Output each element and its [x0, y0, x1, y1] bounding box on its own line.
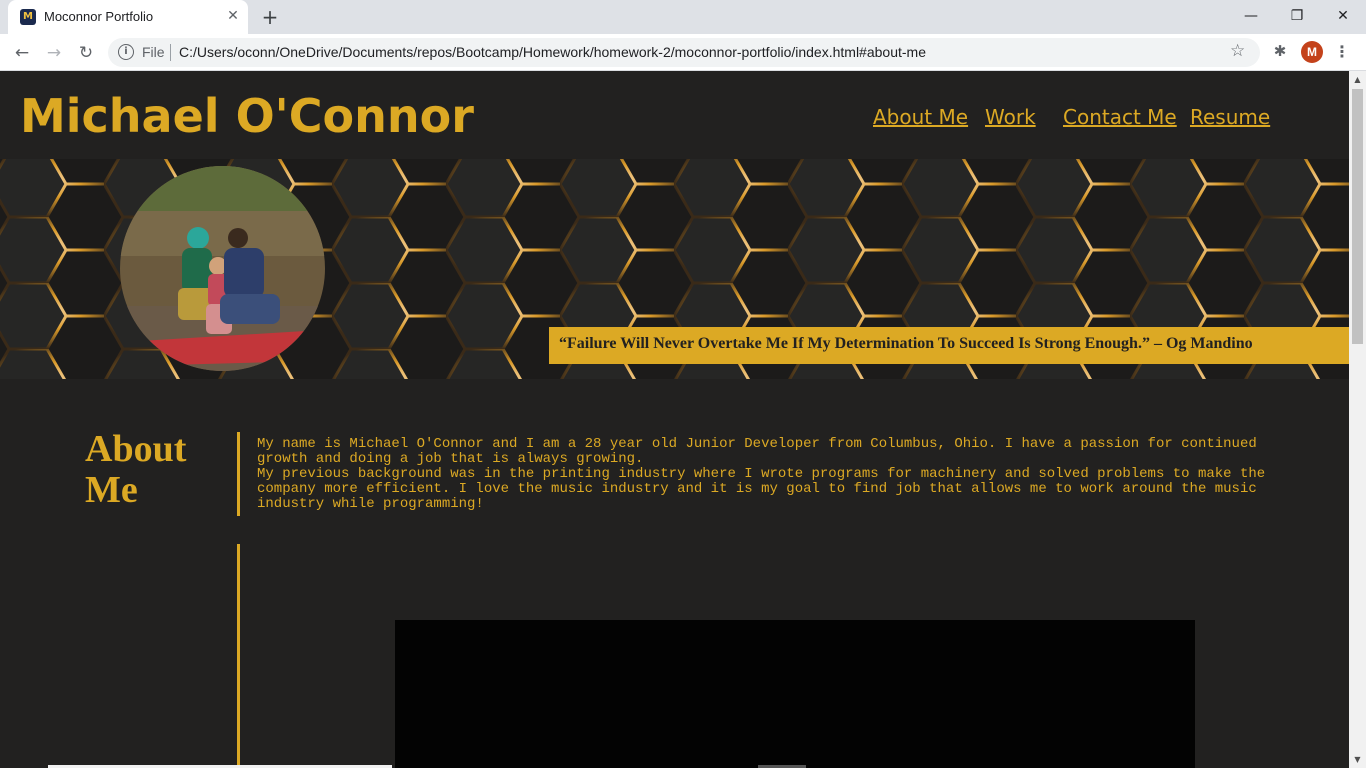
- menu-icon[interactable]: ⋮: [1334, 40, 1350, 64]
- family-photo: [120, 166, 325, 371]
- info-icon[interactable]: i: [118, 44, 134, 60]
- work-divider: [237, 544, 240, 768]
- about-heading: About Me: [85, 428, 187, 511]
- reload-icon[interactable]: ↻: [74, 41, 98, 65]
- extensions-icon[interactable]: ✱: [1270, 41, 1290, 61]
- favicon-icon: M: [20, 9, 36, 25]
- scroll-down-icon[interactable]: ▼: [1349, 751, 1366, 768]
- scroll-thumb[interactable]: [1352, 89, 1363, 344]
- browser-tab-bar: M Moconnor Portfolio ✕ + — ❐ ✕: [0, 0, 1366, 34]
- nav-link-resume[interactable]: Resume: [1190, 105, 1270, 129]
- profile-avatar[interactable]: M: [1301, 41, 1323, 63]
- work-preview-image: [395, 620, 1195, 768]
- scroll-up-icon[interactable]: ▲: [1349, 71, 1366, 88]
- about-body: My name is Michael O'Connor and I am a 2…: [257, 437, 1307, 512]
- url-text[interactable]: C:/Users/oconn/OneDrive/Documents/repos/…: [179, 44, 926, 60]
- quote-banner: “Failure Will Never Overtake Me If My De…: [549, 327, 1349, 364]
- site-title: Michael O'Connor: [20, 89, 474, 143]
- minimize-button[interactable]: —: [1236, 4, 1266, 28]
- hero-banner: “Failure Will Never Overtake Me If My De…: [0, 159, 1349, 379]
- about-divider: [237, 432, 240, 516]
- new-tab-button[interactable]: +: [259, 6, 281, 28]
- page-viewport: Michael O'Connor About Me Work Contact M…: [0, 71, 1349, 768]
- bookmark-star-icon[interactable]: ☆: [1230, 41, 1245, 61]
- nav-link-work[interactable]: Work: [985, 105, 1036, 129]
- scheme-label: File: [142, 44, 165, 60]
- back-icon[interactable]: ←: [10, 41, 34, 65]
- quote-text: “Failure Will Never Overtake Me If My De…: [559, 335, 1253, 352]
- close-tab-icon[interactable]: ✕: [224, 7, 242, 25]
- tab-title: Moconnor Portfolio: [44, 9, 154, 24]
- close-window-button[interactable]: ✕: [1328, 4, 1358, 28]
- nav-link-contact-me[interactable]: Contact Me: [1063, 105, 1177, 129]
- omnibox-divider: [170, 44, 171, 61]
- restore-button[interactable]: ❐: [1282, 4, 1312, 28]
- vertical-scrollbar[interactable]: ▲ ▼: [1349, 71, 1366, 768]
- nav-link-about-me[interactable]: About Me: [873, 105, 968, 129]
- browser-tab[interactable]: M Moconnor Portfolio ✕: [8, 0, 248, 34]
- browser-toolbar: ← → ↻ i File C:/Users/oconn/OneDrive/Doc…: [0, 34, 1366, 71]
- about-paragraph: My name is Michael O'Connor and I am a 2…: [257, 436, 1257, 467]
- about-paragraph: My previous background was in the printi…: [257, 466, 1266, 512]
- address-bar[interactable]: i File C:/Users/oconn/OneDrive/Documents…: [108, 38, 1260, 67]
- forward-icon[interactable]: →: [42, 41, 66, 65]
